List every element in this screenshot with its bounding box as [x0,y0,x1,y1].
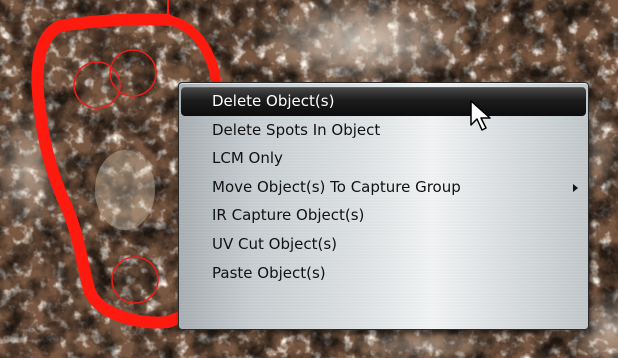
context-menu: Delete Object(s) Delete Spots In Object … [178,82,589,330]
arrow-pointer-icon [470,100,491,131]
menu-item-ir-capture-objects[interactable]: IR Capture Object(s) [179,201,588,230]
menu-item-label: LCM Only [212,149,283,168]
menu-item-uv-cut-objects[interactable]: UV Cut Object(s) [179,230,588,259]
menu-item-label: Delete Object(s) [212,92,335,110]
chevron-right-icon [573,183,578,192]
microscope-image-view[interactable]: Delete Object(s) Delete Spots In Object … [0,0,618,358]
menu-item-paste-objects[interactable]: Paste Object(s) [179,259,588,288]
menu-item-label: Paste Object(s) [212,263,326,282]
menu-item-label: Delete Spots In Object [212,120,381,139]
menu-item-label: IR Capture Object(s) [212,206,365,225]
menu-item-lcm-only[interactable]: LCM Only [179,144,588,173]
menu-item-label: Move Object(s) To Capture Group [212,177,461,196]
menu-item-label: UV Cut Object(s) [212,234,338,253]
menu-item-delete-objects[interactable]: Delete Object(s) [181,87,586,116]
menu-item-delete-spots-in-object[interactable]: Delete Spots In Object [179,116,588,145]
menu-item-move-to-capture-group[interactable]: Move Object(s) To Capture Group [179,173,588,202]
